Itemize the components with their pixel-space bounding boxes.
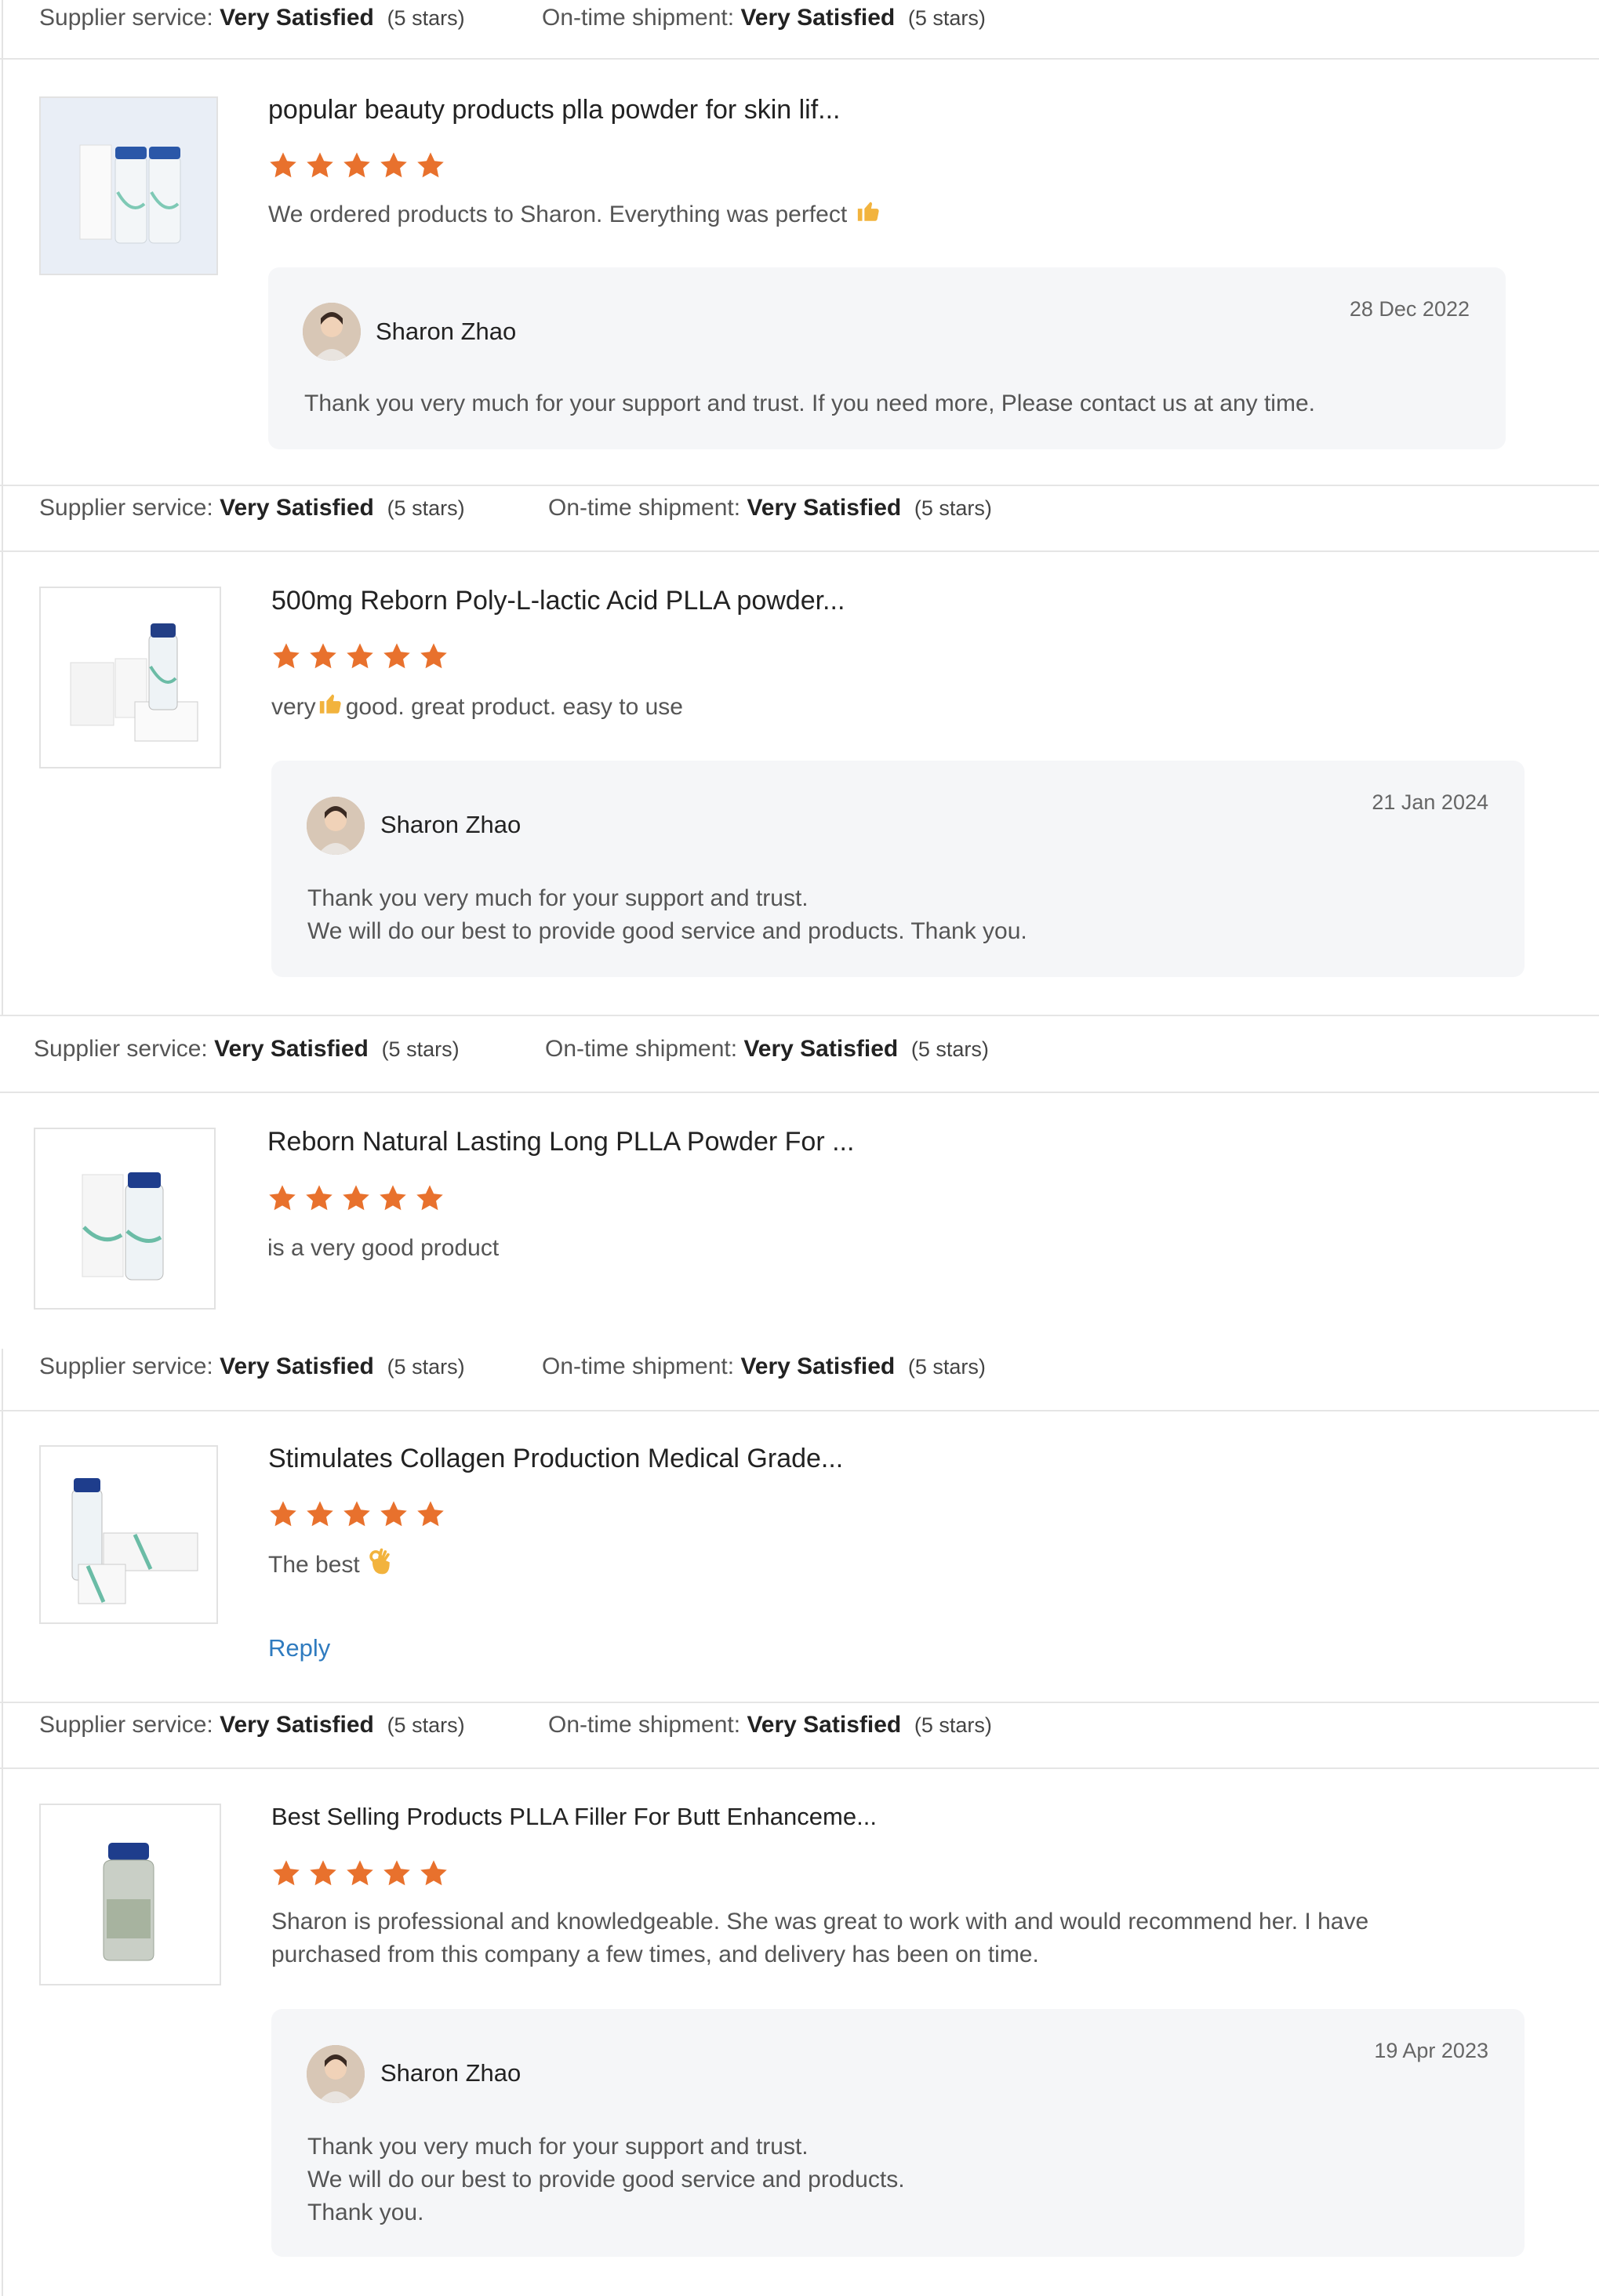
product-thumbnail[interactable] [34,1128,216,1310]
star-icon [307,1501,333,1527]
reply-text: Thank you very much for your support and… [307,2134,905,2225]
star-icon [417,1501,444,1527]
star-icon [347,1860,373,1886]
thumbs-up-icon [318,690,344,726]
star-rating [271,641,449,671]
star-icon [269,1185,296,1211]
star-icon [343,1185,369,1211]
reply-text: Thank you very much for your support and… [304,391,1315,416]
supplier-service-stat: Supplier service: Very Satisfied (5 star… [39,1712,465,1738]
stats-row: Supplier service: Very Satisfied (5 star… [0,1702,1599,1769]
star-rating [268,151,445,180]
review-text: is a very good product [267,1235,500,1261]
reply-date: 28 Dec 2022 [1349,297,1470,321]
shipment-stat: On-time shipment: Very Satisfied (5 star… [542,1353,986,1379]
reply-text: Thank you very much for your support and… [307,885,1027,944]
star-icon [310,643,336,669]
shipment-stat: On-time shipment: Very Satisfied (5 star… [548,1712,992,1738]
star-rating [271,1858,449,1888]
review-text: Sharon is professional and knowledgeable… [271,1909,1369,1967]
product-title[interactable]: Stimulates Collagen Production Medical G… [268,1444,843,1474]
reply-date: 19 Apr 2023 [1374,2039,1488,2062]
product-title[interactable]: Best Selling Products PLLA Filler For Bu… [271,1803,877,1831]
star-icon [273,1860,300,1886]
star-icon [420,643,447,669]
star-icon [307,152,333,178]
star-rating [267,1183,445,1213]
avatar [303,303,361,361]
product-thumbnail[interactable] [39,96,218,275]
supplier-service-stat: Supplier service: Very Satisfied (5 star… [39,495,465,521]
thumbs-up-icon [856,198,882,234]
product-thumbnail[interactable] [39,1445,218,1624]
star-icon [380,1501,407,1527]
star-icon [343,1501,370,1527]
star-icon [383,643,410,669]
ok-hand-icon [368,1548,391,1584]
star-icon [310,1860,336,1886]
seller-reply: Sharon Zhao 19 Apr 2023 Thank you very m… [271,2009,1525,2257]
product-thumbnail[interactable] [39,1804,221,1985]
star-icon [383,1860,410,1886]
supplier-service-stat: Supplier service: Very Satisfied (5 star… [34,1036,460,1062]
reply-date: 21 Jan 2024 [1372,790,1488,814]
star-icon [273,643,300,669]
reply-author: Sharon Zhao [380,811,521,838]
shipment-stat: On-time shipment: Very Satisfied (5 star… [545,1036,989,1062]
stats-row: Supplier service: Very Satisfied (5 star… [0,1349,1599,1411]
star-icon [380,1185,406,1211]
reply-author: Sharon Zhao [380,2059,521,2087]
seller-reply: Sharon Zhao 28 Dec 2022 Thank you very m… [268,267,1506,449]
star-icon [420,1860,447,1886]
reply-link[interactable]: Reply [268,1634,330,1662]
shipment-stat: On-time shipment: Very Satisfied (5 star… [542,5,986,31]
product-title[interactable]: popular beauty products plla powder for … [268,95,841,125]
supplier-service-stat: Supplier service: Very Satisfied (5 star… [39,5,465,31]
avatar [307,2045,365,2103]
product-thumbnail[interactable] [39,587,221,768]
star-icon [343,152,370,178]
star-icon [416,1185,443,1211]
star-icon [347,643,373,669]
star-icon [270,1501,296,1527]
star-rating [268,1499,445,1529]
star-icon [306,1185,333,1211]
stats-row: Supplier service: Very Satisfied (5 star… [0,1015,1599,1093]
product-title[interactable]: Reborn Natural Lasting Long PLLA Powder … [267,1127,854,1157]
stats-row: Supplier service: Very Satisfied (5 star… [0,485,1599,552]
review-text: We ordered products to Sharon. Everythin… [268,198,884,234]
stats-row: Supplier service: Very Satisfied (5 star… [0,0,1599,60]
avatar [307,797,365,855]
product-title[interactable]: 500mg Reborn Poly-L-lactic Acid PLLA pow… [271,586,845,616]
review-text: very good. great product. easy to use [271,690,683,726]
card-left-border [2,1349,3,2296]
supplier-service-stat: Supplier service: Very Satisfied (5 star… [39,1353,465,1379]
shipment-stat: On-time shipment: Very Satisfied (5 star… [548,495,992,521]
star-icon [417,152,444,178]
star-icon [380,152,407,178]
star-icon [270,152,296,178]
review-text: The best [268,1548,393,1584]
seller-reply: Sharon Zhao 21 Jan 2024 Thank you very m… [271,761,1525,977]
reply-author: Sharon Zhao [376,318,517,345]
